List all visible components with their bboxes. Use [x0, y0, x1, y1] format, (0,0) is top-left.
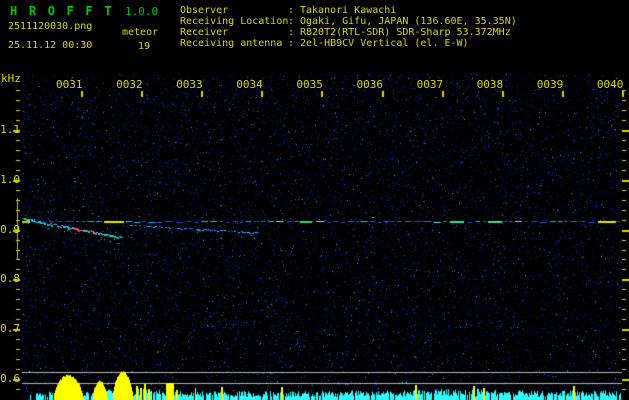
- info-value: Ogaki, Gifu, JAPAN (136.60E, 35.35N): [300, 17, 517, 27]
- time-axis-label: 0038: [477, 79, 503, 90]
- header: H R O F F T 1.0.0 2511120030.png meteor …: [0, 0, 629, 72]
- info-label: Receiver: [180, 28, 288, 38]
- mode-label: meteor: [122, 27, 158, 38]
- time-axis-label: 0039: [537, 79, 563, 90]
- time-axis-label: 0036: [357, 79, 383, 90]
- freq-axis-label: 0.7: [0, 323, 20, 334]
- spectrogram-area: kHz 1.1 1.0 0.9 0.8 0.7 0.6 0031 0032 0033 0034 00…: [0, 72, 629, 400]
- echo-count: 19: [138, 41, 150, 52]
- time-axis-label: 0032: [116, 79, 142, 90]
- freq-axis-label: 0.9: [0, 224, 20, 235]
- spectrogram-canvas: [0, 72, 629, 400]
- app-version: 1.0.0: [125, 5, 158, 18]
- info-row-antenna: Receiving antenna:2el-HB9CV Vertical (el…: [180, 39, 469, 49]
- info-separator: :: [288, 6, 300, 16]
- info-separator: :: [288, 28, 300, 38]
- time-axis-label: 0034: [236, 79, 262, 90]
- info-value: 2el-HB9CV Vertical (el. E-W): [300, 39, 469, 49]
- time-axis-label: 0031: [56, 79, 82, 90]
- time-axis-label: 0033: [176, 79, 202, 90]
- freq-axis-label: 0.6: [0, 373, 20, 384]
- info-label: Receiving antenna: [180, 39, 288, 49]
- freq-axis-label: 0.8: [0, 273, 20, 284]
- info-row-location: Receiving Location:Ogaki, Gifu, JAPAN (1…: [180, 17, 517, 27]
- hrofft-window: H R O F F T 1.0.0 2511120030.png meteor …: [0, 0, 629, 400]
- info-row-observer: Observer:Takanori Kawachi: [180, 6, 396, 16]
- freq-axis-label: 1.1: [0, 124, 20, 135]
- info-separator: :: [288, 17, 300, 27]
- time-axis-label: 0037: [417, 79, 443, 90]
- info-value: Takanori Kawachi: [300, 6, 396, 16]
- info-label: Receiving Location: [180, 17, 288, 27]
- app-title: H R O F F T: [10, 4, 114, 18]
- timestamp: 25.11.12 00:30: [8, 40, 92, 51]
- freq-axis-unit: kHz: [1, 73, 21, 84]
- info-separator: :: [288, 39, 300, 49]
- freq-axis-label: 1.0: [0, 174, 20, 185]
- info-row-receiver: Receiver:R820T2(RTL-SDR) SDR-Sharp 53.37…: [180, 28, 511, 38]
- info-value: R820T2(RTL-SDR) SDR-Sharp 53.372MHz: [300, 28, 511, 38]
- time-axis-label: 0035: [296, 79, 322, 90]
- output-filename: 2511120030.png: [8, 21, 92, 32]
- info-label: Observer: [180, 6, 288, 16]
- time-axis-label: 0040: [597, 79, 623, 90]
